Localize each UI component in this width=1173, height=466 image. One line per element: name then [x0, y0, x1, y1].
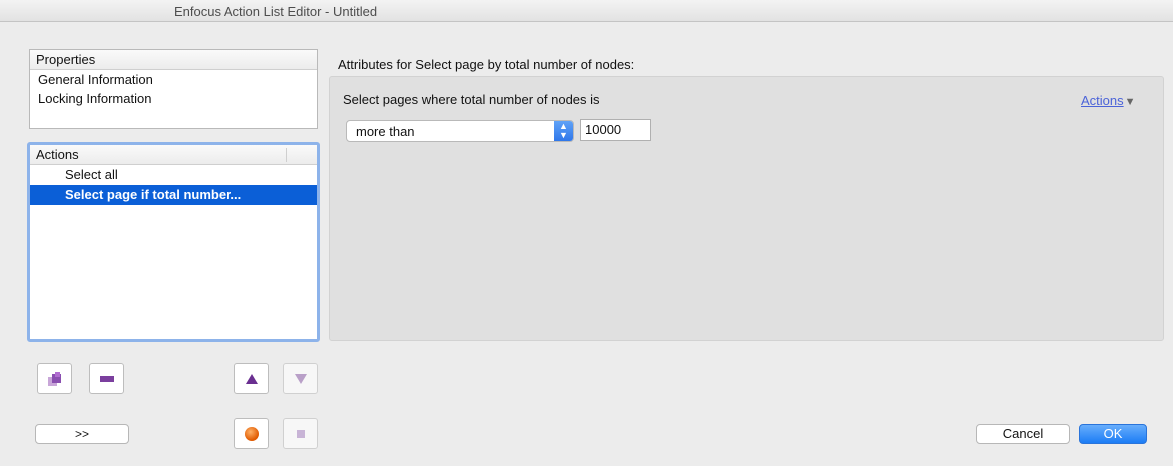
- select-stepper-icon: ▲ ▼: [554, 121, 573, 141]
- properties-panel: Properties General Information Locking I…: [29, 49, 318, 129]
- cancel-button[interactable]: Cancel: [976, 424, 1070, 444]
- properties-item-locking[interactable]: Locking Information: [30, 89, 317, 108]
- move-up-button[interactable]: [234, 363, 269, 394]
- stop-button[interactable]: [283, 418, 318, 449]
- comparison-select[interactable]: more than ▲ ▼: [346, 120, 574, 142]
- action-item-select-page[interactable]: Select page if total number...: [30, 185, 317, 205]
- remove-action-button[interactable]: [89, 363, 124, 394]
- stop-icon: [296, 429, 305, 438]
- record-icon: [244, 426, 259, 441]
- properties-header: Properties: [30, 50, 317, 70]
- actions-list-panel[interactable]: Actions Select all Select page if total …: [27, 142, 320, 342]
- triangle-up-icon: [245, 373, 258, 384]
- title-bar: Enfocus Action List Editor - Untitled: [0, 0, 1173, 22]
- actions-list-header[interactable]: Actions: [30, 145, 317, 165]
- actions-menu-label: Actions: [1081, 93, 1124, 108]
- ok-button[interactable]: OK: [1079, 424, 1147, 444]
- record-button[interactable]: [234, 418, 269, 449]
- actions-list-header-label: Actions: [36, 147, 79, 162]
- column-divider: [286, 148, 287, 162]
- expand-button[interactable]: >>: [35, 424, 129, 444]
- add-action-button[interactable]: [37, 363, 72, 394]
- add-action-icon: [47, 371, 63, 387]
- properties-item-general[interactable]: General Information: [30, 70, 317, 89]
- window-title: Enfocus Action List Editor - Untitled: [174, 4, 378, 19]
- action-item-select-all[interactable]: Select all: [30, 165, 317, 185]
- attributes-panel: [329, 76, 1164, 341]
- dropdown-triangle-icon: ▼: [1124, 96, 1136, 108]
- actions-menu-link[interactable]: Actions▼: [1081, 93, 1136, 108]
- attributes-title: Attributes for Select page by total numb…: [338, 57, 635, 72]
- comparison-select-value: more than: [356, 124, 415, 139]
- criteria-label: Select pages where total number of nodes…: [343, 92, 600, 107]
- minus-icon: [99, 375, 114, 382]
- node-count-input[interactable]: 10000: [580, 119, 651, 141]
- move-down-button[interactable]: [283, 363, 318, 394]
- triangle-down-icon: [294, 373, 307, 384]
